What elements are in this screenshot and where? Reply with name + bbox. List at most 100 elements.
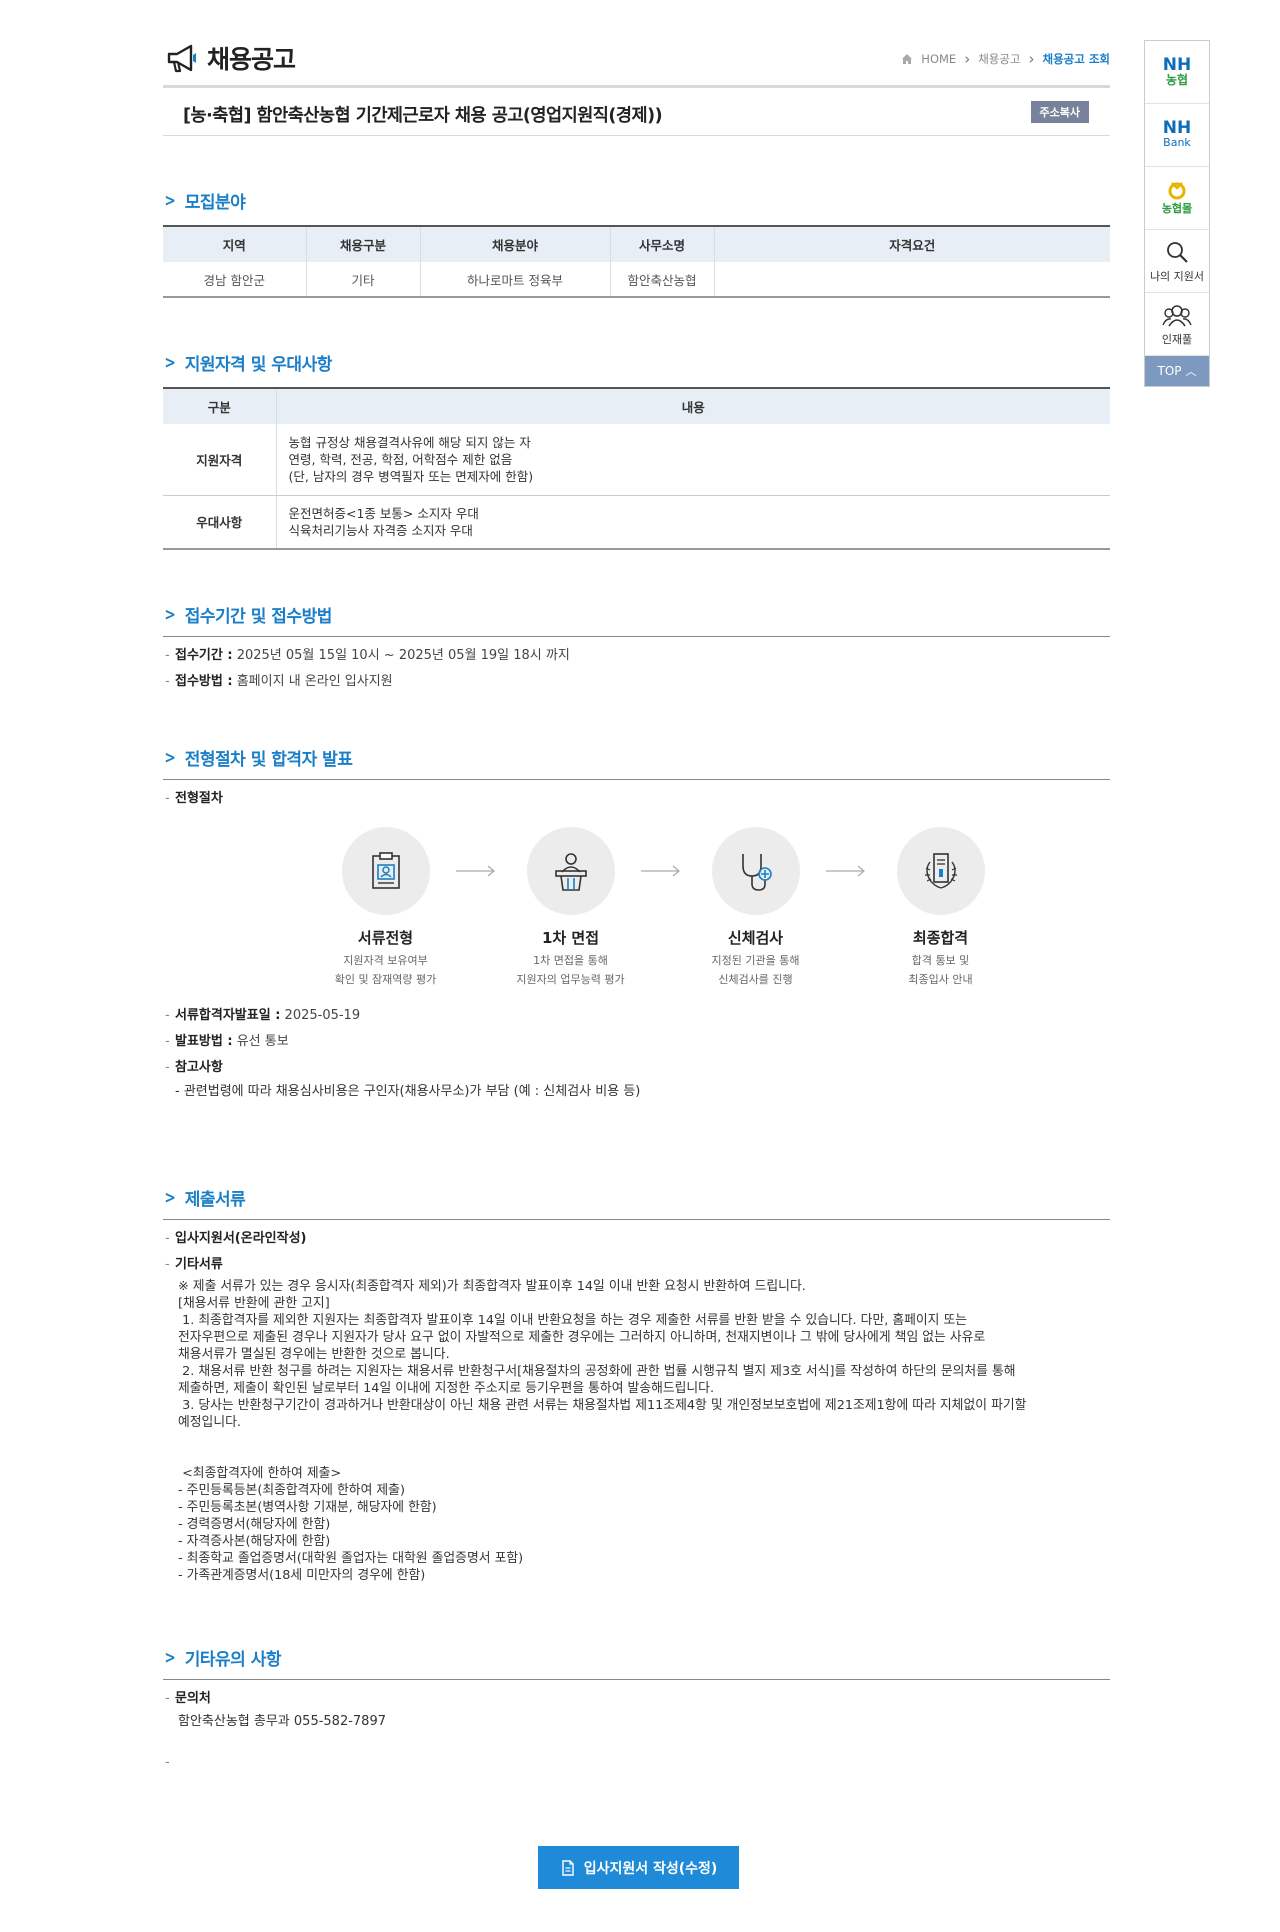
page-container: 채용공고 HOME › 채용공고 › 채용공고 조회 [농·축협] 함안축산농협… <box>163 0 1110 1776</box>
chevron-right-icon: › <box>1028 49 1035 68</box>
table-header: 채용구분 <box>305 226 420 262</box>
row-content: 농협 규정상 채용결격사유에 해당 되지 않는 자 연령, 학력, 전공, 학점… <box>275 424 1110 496</box>
table-header: 지역 <box>163 226 306 262</box>
chevron-right-icon: > <box>164 747 176 768</box>
table-cell: 경남 함안군 <box>163 262 306 298</box>
reception-section: > 접수기간 및 접수방법 접수기간 : 2025년 05월 15일 10시 ~… <box>163 602 1110 695</box>
breadcrumb-recruit[interactable]: 채용공고 <box>978 51 1020 67</box>
table-header: 사무소명 <box>609 226 714 262</box>
document-line: [채용서류 반환에 관한 고지] <box>178 1296 330 1311</box>
document-line: - 최종학교 졸업증명서(대학원 졸업자는 대학원 졸업증명서 포함) <box>178 1551 524 1566</box>
document-line: 예정입니다. <box>178 1415 241 1430</box>
documents-section: > 제출서류 입사지원서(온라인작성) 기타서류 ※ 제출 서류가 있는 경우 … <box>163 1185 1110 1584</box>
document-item: 입사지원서(온라인작성) <box>163 1226 1110 1252</box>
magnifier-icon <box>1167 241 1188 263</box>
nh-mall-logo-icon <box>1168 182 1186 200</box>
section-title: > 접수기간 및 접수방법 <box>163 602 1110 637</box>
nh-mall-link[interactable]: 농협몰 <box>1145 167 1209 230</box>
note-text: - 관련법령에 따라 채용심사비용은 구인자(채용사무소)가 부담 (예 : 신… <box>175 1084 641 1099</box>
breadcrumb-home[interactable]: HOME <box>921 52 956 66</box>
row-label: 우대사항 <box>196 515 243 531</box>
arrow-right-icon <box>826 865 865 877</box>
document-line: - 주민등록초본(병역사항 기재분, 해당자에 한함) <box>178 1500 437 1515</box>
announce-method: 발표방법 : 유선 통보 <box>163 1029 1110 1055</box>
contact-value: 함안축산농협 총무과 055-582-7897 <box>178 1714 386 1729</box>
reception-method: 접수방법 : 홈페이지 내 온라인 입사지원 <box>163 669 1110 695</box>
row-content: 운전면허증<1종 보통> 소지자 우대 식육처리기능사 자격증 소지자 우대 <box>275 495 1110 549</box>
chevron-right-icon: > <box>164 604 176 625</box>
people-group-icon <box>1162 304 1192 326</box>
document-line: 2. 채용서류 반환 청구를 하려는 지원자는 채용서류 반환청구서[채용절차의… <box>178 1364 1016 1379</box>
reception-period: 접수기간 : 2025년 05월 15일 10시 ~ 2025년 05월 19일… <box>163 643 1110 669</box>
qualification-table: 구분 내용 지원자격 농협 규정상 채용결격사유에 해당 되지 않는 자 연령,… <box>163 387 1110 550</box>
breadcrumb-current[interactable]: 채용공고 조회 <box>1043 51 1110 67</box>
row-label: 지원자격 <box>163 424 276 496</box>
process-step: 1차 면접 1차 면접을 통해 지원자의 업무능력 평가 <box>456 827 663 989</box>
nh-nonghyup-link[interactable]: NH 농협 <box>1145 41 1209 104</box>
document-edit-icon <box>562 1859 574 1876</box>
table-header: 내용 <box>275 388 1110 424</box>
laurel-certificate-icon <box>924 853 957 889</box>
process-step: 신체검사 지정된 기관을 통해 신체검사를 진행 <box>641 827 848 989</box>
notice-title: [농·축협] 함안축산농협 기간제근로자 채용 공고(영업지원직(경제)) <box>183 106 663 126</box>
process-label: 전형절차 <box>163 786 1110 812</box>
section-title: > 모집분야 <box>164 190 246 214</box>
chevron-right-icon: > <box>164 1647 176 1668</box>
chevron-right-icon: › <box>964 49 971 68</box>
section-title: > 기타유의 사항 <box>163 1645 1110 1680</box>
table-header: 채용분야 <box>419 226 610 262</box>
quick-menu: NH 농협 NH Bank 농협몰 나의 지원서 인재풀 TOP ︿ <box>1144 40 1210 387</box>
page-header: 채용공고 HOME › 채용공고 › 채용공고 조회 <box>163 0 1110 88</box>
chevron-right-icon: > <box>164 352 176 373</box>
process-steps: 서류전형 지원자격 보유여부 확인 및 잠재역량 평가 1차 면접 1차 면접을… <box>293 827 1033 989</box>
recruit-section: > 모집분야 지역 채용구분 채용분야 사무소명 자격요건 경남 함안군 기타 … <box>163 188 1110 298</box>
etc-section: > 기타유의 사항 문의처 함안축산농협 총무과 055-582-7897 <box>163 1645 1110 1776</box>
nh-bank-link[interactable]: NH Bank <box>1145 104 1209 167</box>
table-header: 자격요건 <box>713 226 1110 262</box>
announce-date: 서류합격자발표일 : 2025-05-19 <box>163 1003 1110 1029</box>
chevron-right-icon: > <box>164 1187 176 1208</box>
megaphone-icon <box>167 44 196 73</box>
document-line: 전자우편으로 제출된 경우나 지원자가 당사 요구 없이 자발적으로 제출한 경… <box>178 1330 986 1345</box>
process-step: 서류전형 지원자격 보유여부 확인 및 잠재역량 평가 <box>293 827 478 989</box>
document-line: <최종합격자에 한하여 제출> <box>178 1466 342 1481</box>
interview-podium-icon <box>554 853 587 891</box>
chevron-right-icon: > <box>164 190 176 211</box>
arrow-right-icon <box>456 865 495 877</box>
copy-address-button[interactable]: 주소복사 <box>1030 101 1089 123</box>
document-line: 1. 최종합격자를 제외한 지원자는 최종합격자 발표이후 14일 이내 반환요… <box>178 1313 968 1328</box>
process-section: > 전형절차 및 합격자 발표 전형절차 서류전형 지원자격 보유여부확인 <box>163 745 1110 1115</box>
qualification-section: > 지원자격 및 우대사항 구분 내용 지원자격 농협 규정상 채용결격사유에 … <box>163 350 1110 550</box>
my-application-link[interactable]: 나의 지원서 <box>1145 230 1209 293</box>
document-line: - 경력증명서(해당자에 한함) <box>178 1517 331 1532</box>
talent-pool-link[interactable]: 인재풀 <box>1145 293 1209 356</box>
table-row: 경남 함안군 기타 하나로마트 정육부 함안축산농협 <box>163 262 1110 298</box>
chevron-up-icon: ︿ <box>1185 365 1197 378</box>
document-line: 채용서류가 멸실된 경우에는 반환한 것으로 봅니다. <box>178 1347 450 1362</box>
page-title-wrap: 채용공고 <box>165 40 296 76</box>
apply-button-label: 입사지원서 작성(수정) <box>583 1860 718 1877</box>
process-step: 최종합격 합격 통보 및 최종입사 안내 <box>826 827 1033 989</box>
section-title: > 제출서류 <box>163 1185 1110 1220</box>
document-item: 기타서류 <box>163 1252 1110 1278</box>
apply-form-button[interactable]: 입사지원서 작성(수정) <box>538 1846 739 1889</box>
home-icon <box>902 54 913 64</box>
table-cell <box>713 262 1110 298</box>
notice-title-bar: [농·축협] 함안축산농협 기간제근로자 채용 공고(영업지원직(경제)) 주소… <box>163 88 1110 136</box>
document-line <box>178 1448 1110 1465</box>
table-row: 지원자격 농협 규정상 채용결격사유에 해당 되지 않는 자 연령, 학력, 전… <box>163 424 1110 496</box>
note-label: 참고사항 <box>163 1055 1110 1081</box>
document-line: - 주민등록등본(최종합격자에 한하여 제출) <box>178 1483 405 1498</box>
table-row: 우대사항 운전면허증<1종 보통> 소지자 우대 식육처리기능사 자격증 소지자… <box>163 495 1110 549</box>
contact-label: 문의처 <box>163 1686 1110 1712</box>
table-cell: 하나로마트 정육부 <box>419 262 610 298</box>
document-clipboard-icon <box>371 852 400 889</box>
section-title: > 전형절차 및 합격자 발표 <box>163 745 1110 780</box>
table-cell: 함안축산농협 <box>609 262 714 298</box>
document-line: 제출하면, 제출이 확인된 날로부터 14일 이내에 지정한 주소지로 등기우편… <box>178 1381 715 1396</box>
page-title: 채용공고 <box>207 45 296 74</box>
scroll-top-button[interactable]: TOP ︿ <box>1145 356 1209 386</box>
document-line: 3. 당사는 반환청구기간이 경과하거나 반환대상이 아닌 채용 관련 서류는 … <box>178 1398 1027 1413</box>
document-line: ※ 제출 서류가 있는 경우 응시자(최종합격자 제외)가 최종합격자 발표이후… <box>178 1279 806 1294</box>
document-line <box>178 1431 1110 1448</box>
